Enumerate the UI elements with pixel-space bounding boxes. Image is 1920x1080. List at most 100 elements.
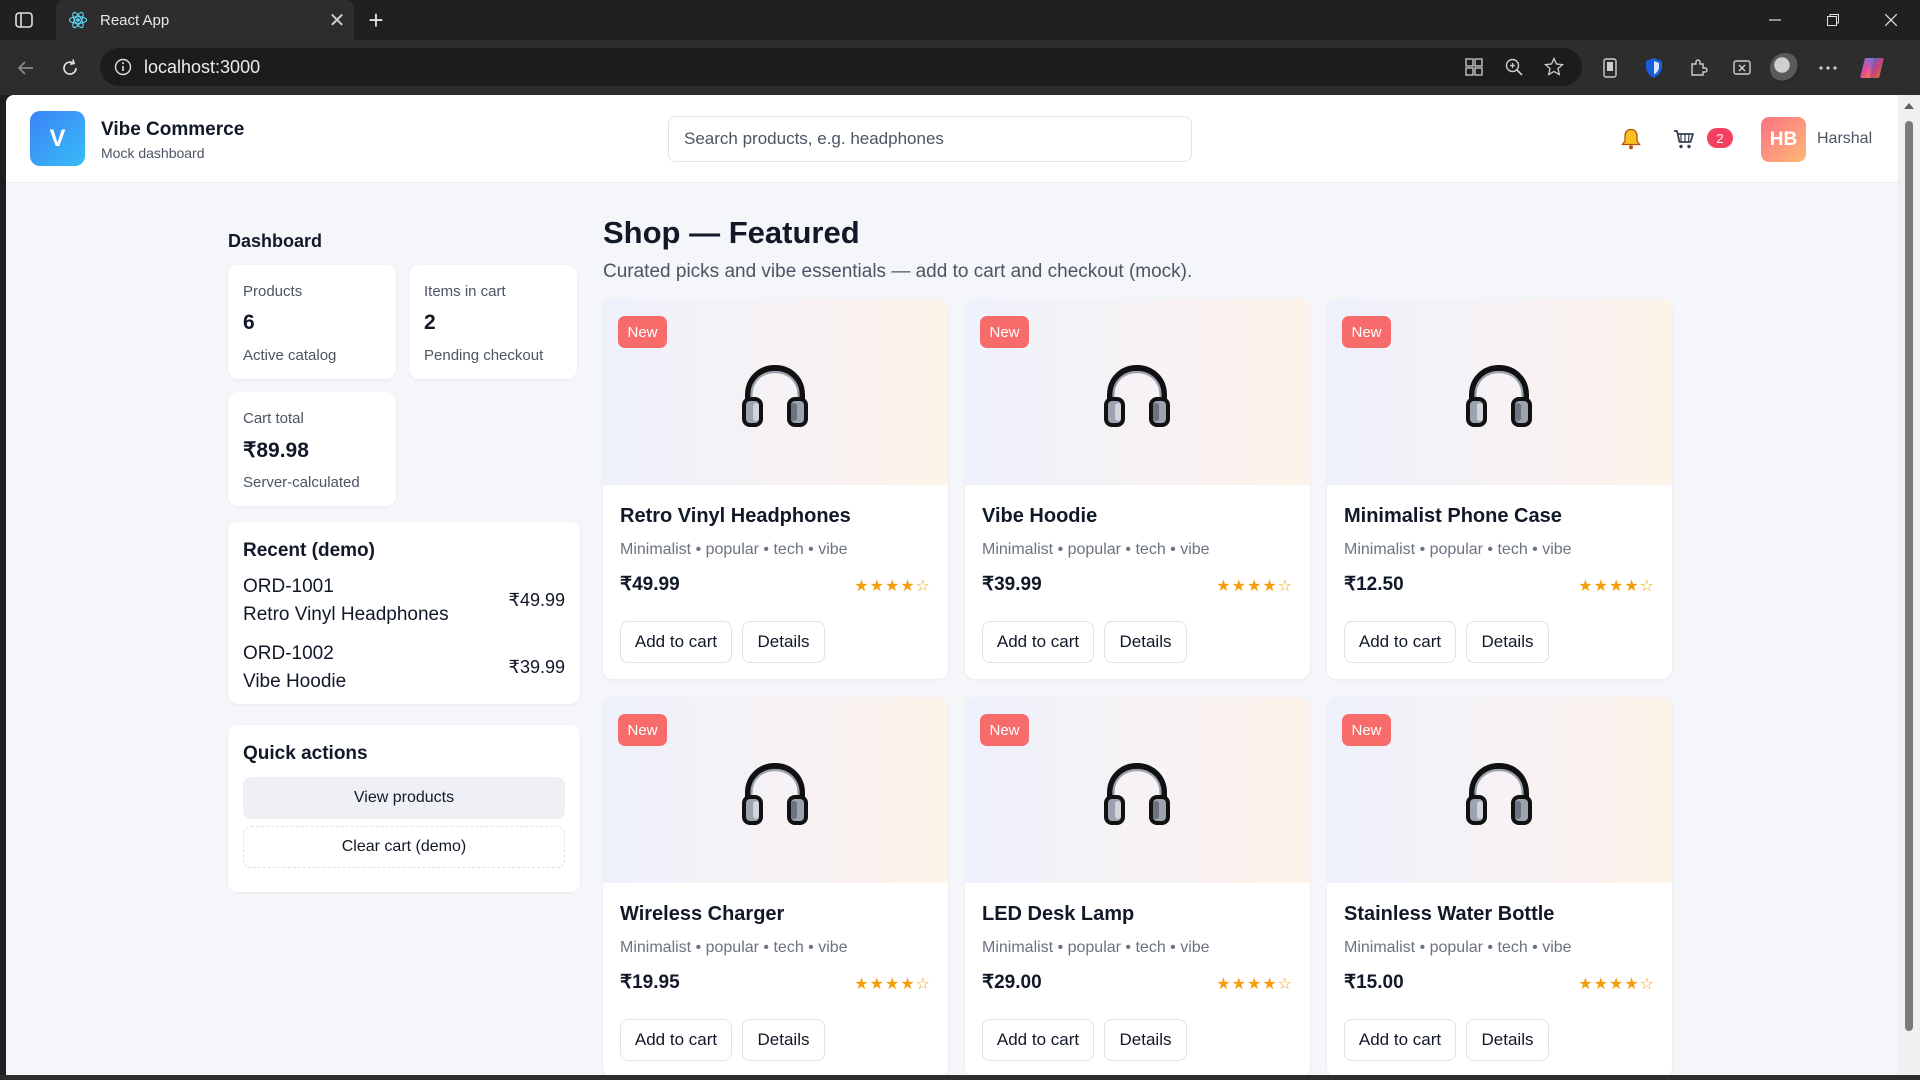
details-button[interactable]: Details <box>1104 621 1187 663</box>
product-tags: Minimalist • popular • tech • vibe <box>982 541 1210 558</box>
product-image-area[interactable]: New <box>1327 697 1672 883</box>
extensions-puzzle-icon[interactable] <box>1682 52 1714 84</box>
stat-subtext: Pending checkout <box>424 347 544 364</box>
screenshot-icon[interactable] <box>1726 52 1758 84</box>
product-price: ₹12.50 <box>1344 574 1404 595</box>
product-image-area[interactable]: New <box>603 697 948 883</box>
page-title: Shop — Featured <box>603 215 860 250</box>
shield-extension-icon[interactable] <box>1638 52 1670 84</box>
headphones-icon <box>1104 762 1170 825</box>
product-name[interactable]: Minimalist Phone Case <box>1344 505 1562 528</box>
view-products-button[interactable]: View products <box>243 777 565 819</box>
address-bar[interactable]: localhost:3000 <box>100 48 1582 86</box>
product-card: New Minimalist Phone Case Minimalist • p… <box>1327 299 1672 679</box>
details-button[interactable]: Details <box>742 1019 825 1061</box>
browser-toolbar: localhost:3000 <box>0 40 1920 95</box>
product-name[interactable]: Wireless Charger <box>620 903 784 926</box>
stat-card-items-in-cart: Items in cart 2 Pending checkout <box>409 265 577 379</box>
stat-subtext: Server-calculated <box>243 474 360 491</box>
clear-cart-button[interactable]: Clear cart (demo) <box>243 826 565 868</box>
product-tags: Minimalist • popular • tech • vibe <box>1344 939 1572 956</box>
details-button[interactable]: Details <box>742 621 825 663</box>
product-card: New Stainless Water Bottle Minimalist • … <box>1327 697 1672 1077</box>
order-row: ORD-1002 Vibe Hoodie ₹39.99 <box>243 643 565 693</box>
product-name[interactable]: Retro Vinyl Headphones <box>620 505 851 528</box>
app-header: V Vibe Commerce Mock dashboard 2 HB Hars… <box>6 95 1898 183</box>
details-button[interactable]: Details <box>1466 1019 1549 1061</box>
stat-value: 6 <box>243 311 255 334</box>
notification-bell-icon[interactable] <box>1619 127 1643 151</box>
product-tags: Minimalist • popular • tech • vibe <box>1344 541 1572 558</box>
restore-icon[interactable] <box>1804 0 1862 40</box>
product-name[interactable]: Stainless Water Bottle <box>1344 903 1554 926</box>
sidebar-toggle-icon[interactable] <box>10 8 38 32</box>
search-input[interactable] <box>668 116 1192 162</box>
order-price: ₹49.99 <box>508 590 566 610</box>
back-icon[interactable] <box>10 52 42 84</box>
copilot-icon[interactable] <box>1856 52 1888 84</box>
product-image-area[interactable]: New <box>965 299 1310 485</box>
user-avatar[interactable]: HB <box>1761 117 1806 162</box>
headphones-icon <box>1104 364 1170 427</box>
quick-actions-title: Quick actions <box>243 743 368 764</box>
cart-icon[interactable] <box>1672 127 1696 151</box>
scroll-up-arrow-icon[interactable] <box>1904 103 1914 109</box>
new-badge: New <box>980 714 1029 746</box>
product-image-area[interactable]: New <box>965 697 1310 883</box>
url-text[interactable]: localhost:3000 <box>144 57 1458 78</box>
more-menu-icon[interactable] <box>1812 52 1844 84</box>
product-name[interactable]: LED Desk Lamp <box>982 903 1134 926</box>
product-card: New Retro Vinyl Headphones Minimalist • … <box>603 299 948 679</box>
product-price: ₹29.00 <box>982 972 1042 993</box>
product-name[interactable]: Vibe Hoodie <box>982 505 1097 528</box>
favorite-star-icon[interactable] <box>1538 51 1570 83</box>
minimize-icon[interactable] <box>1746 0 1804 40</box>
add-to-cart-button[interactable]: Add to cart <box>1344 1019 1456 1061</box>
phone-link-icon[interactable] <box>1594 52 1626 84</box>
rating-stars: ★★★★☆ <box>854 974 931 993</box>
close-window-icon[interactable] <box>1862 0 1920 40</box>
add-to-cart-button[interactable]: Add to cart <box>1344 621 1456 663</box>
headphones-icon <box>742 364 808 427</box>
product-card: New LED Desk Lamp Minimalist • popular •… <box>965 697 1310 1077</box>
stat-value: ₹89.98 <box>243 439 309 462</box>
rating-stars: ★★★★☆ <box>1578 974 1655 993</box>
details-button[interactable]: Details <box>1466 621 1549 663</box>
app-install-icon[interactable] <box>1458 51 1490 83</box>
stat-value: 2 <box>424 311 436 334</box>
product-image-area[interactable]: New <box>603 299 948 485</box>
site-info-icon[interactable] <box>112 56 134 78</box>
window-bottom-edge <box>0 1075 1920 1080</box>
recent-orders-title: Recent (demo) <box>243 540 375 561</box>
rating-stars: ★★★★☆ <box>1216 576 1293 595</box>
add-to-cart-button[interactable]: Add to cart <box>620 1019 732 1061</box>
reload-icon[interactable] <box>54 52 86 84</box>
new-badge: New <box>1342 714 1391 746</box>
page-scrollbar[interactable] <box>1898 95 1920 1080</box>
product-tags: Minimalist • popular • tech • vibe <box>620 541 848 558</box>
add-to-cart-button[interactable]: Add to cart <box>620 621 732 663</box>
browser-tab[interactable]: React App ✕ <box>56 0 354 40</box>
user-name[interactable]: Harshal <box>1817 130 1872 148</box>
add-to-cart-button[interactable]: Add to cart <box>982 621 1094 663</box>
recent-orders-panel: Recent (demo) ORD-1001 Retro Vinyl Headp… <box>228 522 580 704</box>
stat-label: Items in cart <box>424 283 506 300</box>
stat-card-products: Products 6 Active catalog <box>228 265 396 379</box>
close-tab-icon[interactable]: ✕ <box>320 5 354 35</box>
details-button[interactable]: Details <box>1104 1019 1187 1061</box>
scrollbar-thumb[interactable] <box>1905 121 1913 1031</box>
add-to-cart-button[interactable]: Add to cart <box>982 1019 1094 1061</box>
order-price: ₹39.99 <box>508 657 566 677</box>
react-logo-icon <box>68 11 88 29</box>
product-card: New Wireless Charger Minimalist • popula… <box>603 697 948 1077</box>
headphones-icon <box>1466 364 1532 427</box>
stat-card-cart-total: Cart total ₹89.98 Server-calculated <box>228 392 396 506</box>
zoom-icon[interactable] <box>1498 51 1530 83</box>
browser-profile-avatar[interactable] <box>1770 53 1800 83</box>
page-subtitle: Curated picks and vibe essentials — add … <box>603 261 1193 282</box>
window-controls <box>1746 0 1920 40</box>
product-price: ₹19.95 <box>620 972 680 993</box>
tab-title: React App <box>100 11 170 29</box>
new-tab-icon[interactable]: + <box>360 5 392 35</box>
product-image-area[interactable]: New <box>1327 299 1672 485</box>
